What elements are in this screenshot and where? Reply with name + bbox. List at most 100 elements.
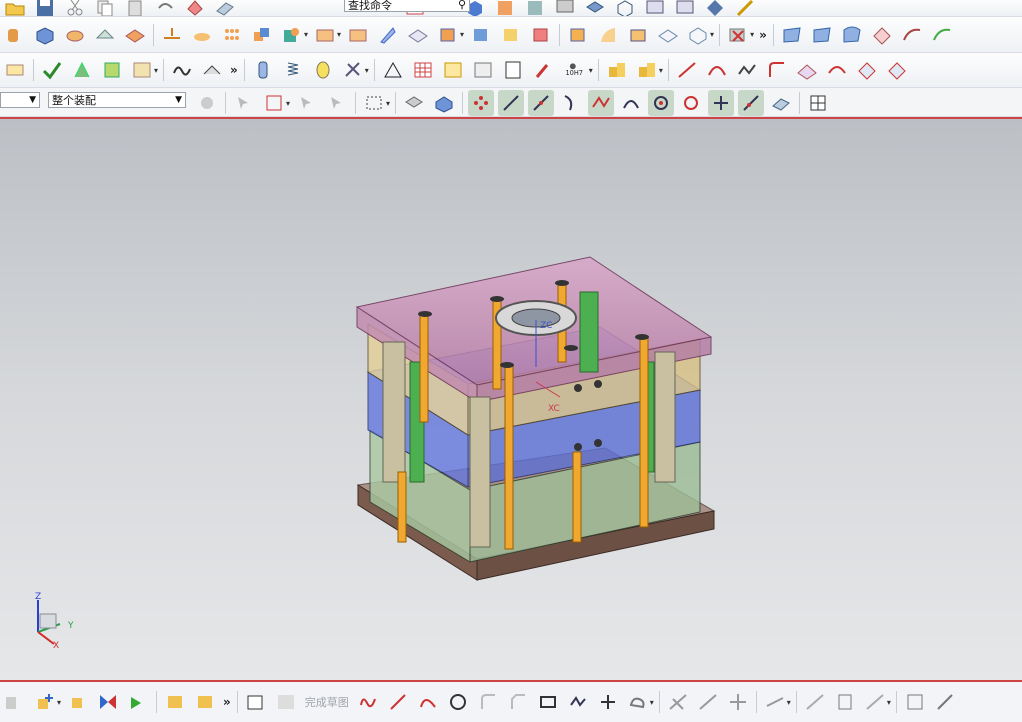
extrude-icon[interactable]: [62, 22, 88, 48]
polygon-icon[interactable]: [565, 689, 591, 715]
dropdown-arrow[interactable]: ▾: [710, 30, 714, 39]
select-component-icon[interactable]: [324, 90, 350, 116]
offset-curve-icon[interactable]: [824, 57, 850, 83]
assembly-sequence-icon[interactable]: [192, 689, 218, 715]
snap-control-icon[interactable]: [558, 90, 584, 116]
constraint-icon[interactable]: [125, 689, 151, 715]
chamfer-icon[interactable]: [498, 22, 524, 48]
sew-icon[interactable]: [625, 22, 651, 48]
mold-wizard-icon[interactable]: [69, 57, 95, 83]
line-icon[interactable]: [674, 57, 700, 83]
unite-icon[interactable]: [249, 22, 275, 48]
spline-icon[interactable]: [734, 57, 760, 83]
cylinder-block-icon[interactable]: [312, 22, 338, 48]
paste-icon[interactable]: [122, 0, 148, 16]
dropdown-arrow[interactable]: ▾: [386, 99, 390, 108]
hole-icon[interactable]: [122, 22, 148, 48]
save-icon[interactable]: [32, 0, 58, 16]
block-icon[interactable]: [32, 22, 58, 48]
shade-icon[interactable]: [522, 0, 548, 16]
quick-extend-icon[interactable]: [695, 689, 721, 715]
snap-quadrant-icon[interactable]: [678, 90, 704, 116]
snap-points-icon[interactable]: [468, 90, 495, 116]
component-grid-icon[interactable]: [470, 57, 496, 83]
pattern-icon[interactable]: [219, 22, 245, 48]
broom-icon[interactable]: [530, 57, 556, 83]
fillet-sketch-icon[interactable]: [764, 57, 790, 83]
command-search-input[interactable]: 查找命令 ⚲: [344, 0, 470, 12]
make-corner-icon[interactable]: [725, 689, 751, 715]
dropdown-arrow[interactable]: ▾: [659, 66, 663, 75]
copy-icon[interactable]: [92, 0, 118, 16]
rectangle-select-icon[interactable]: [361, 90, 387, 116]
dropdown-arrow[interactable]: ▾: [337, 30, 341, 39]
surface-icon[interactable]: [779, 22, 805, 48]
dropdown-arrow[interactable]: ▾: [365, 66, 369, 75]
through-curves-icon[interactable]: [809, 22, 835, 48]
layer-icon[interactable]: [582, 0, 608, 16]
dropdown-arrow[interactable]: ▾: [750, 30, 754, 39]
color-swatch-icon[interactable]: [552, 0, 578, 16]
wireframe-icon[interactable]: [612, 0, 638, 16]
orange-box-icon[interactable]: [492, 0, 518, 16]
trim-body-icon[interactable]: [345, 22, 371, 48]
revolve-icon[interactable]: [92, 22, 118, 48]
add-component-icon[interactable]: [32, 689, 58, 715]
drawing-sheet-icon[interactable]: [500, 57, 526, 83]
cooling-icon[interactable]: [340, 57, 366, 83]
solid-body-icon[interactable]: [401, 90, 427, 116]
map-grid-icon[interactable]: [440, 57, 466, 83]
gold-stack-icon[interactable]: [604, 57, 630, 83]
triangle-icon[interactable]: [380, 57, 406, 83]
select-mode-icon[interactable]: [231, 90, 257, 116]
snap-on-face-icon[interactable]: [768, 90, 794, 116]
note-icon[interactable]: [2, 57, 28, 83]
grid-view-icon[interactable]: [805, 90, 831, 116]
split-icon[interactable]: [375, 22, 401, 48]
alternate-solution-icon[interactable]: [932, 689, 958, 715]
overflow-chevron[interactable]: »: [230, 63, 238, 77]
gold-stack-plus-icon[interactable]: [634, 57, 660, 83]
circle-icon[interactable]: [445, 689, 471, 715]
snap-center-icon[interactable]: [648, 90, 675, 116]
grid-table-icon[interactable]: [410, 57, 436, 83]
rectangle-icon[interactable]: [535, 689, 561, 715]
studio-surface-icon[interactable]: [899, 22, 925, 48]
delete-face-icon[interactable]: [725, 22, 751, 48]
sketch-icon[interactable]: [243, 689, 269, 715]
shell-icon[interactable]: [405, 22, 431, 48]
assembly-check-icon[interactable]: [39, 57, 65, 83]
dropdown-arrow[interactable]: ▾: [650, 698, 654, 707]
thread-icon[interactable]: [310, 57, 336, 83]
snap-midpoint-icon[interactable]: [528, 90, 555, 116]
selection-scope-select[interactable]: 整个装配 ▼: [48, 92, 186, 108]
snap-arc-center-icon[interactable]: [618, 90, 644, 116]
convert-reference-icon[interactable]: [902, 689, 928, 715]
sketch-dimension-icon[interactable]: [762, 689, 788, 715]
select-box-icon[interactable]: [261, 90, 287, 116]
open-file-icon[interactable]: [2, 0, 28, 16]
subtract-icon[interactable]: [279, 22, 305, 48]
move-component-icon[interactable]: [65, 689, 91, 715]
dropdown-arrow[interactable]: ▾: [304, 30, 308, 39]
dropdown-arrow[interactable]: ▾: [286, 99, 290, 108]
swept-icon[interactable]: [839, 22, 865, 48]
diamond-icon[interactable]: [702, 0, 728, 16]
overflow-chevron[interactable]: »: [759, 28, 767, 42]
patch-icon[interactable]: [685, 22, 711, 48]
arc-icon[interactable]: [704, 57, 730, 83]
sheet-curve-icon[interactable]: [199, 57, 225, 83]
sketch-arc-icon[interactable]: [415, 689, 441, 715]
sketch-chamfer-icon[interactable]: [505, 689, 531, 715]
undo-icon[interactable]: [152, 0, 178, 16]
thicken-icon[interactable]: [655, 22, 681, 48]
dropdown-arrow[interactable]: ▾: [460, 30, 464, 39]
boss-icon[interactable]: [159, 22, 185, 48]
offset-icon[interactable]: [435, 22, 461, 48]
curve-on-surface-icon[interactable]: [794, 57, 820, 83]
draft-icon[interactable]: [528, 22, 554, 48]
ellipse-icon[interactable]: [625, 689, 651, 715]
component-body-icon[interactable]: [431, 90, 457, 116]
dropdown-arrow[interactable]: ▾: [589, 66, 593, 75]
geometric-constraint-icon[interactable]: [802, 689, 828, 715]
